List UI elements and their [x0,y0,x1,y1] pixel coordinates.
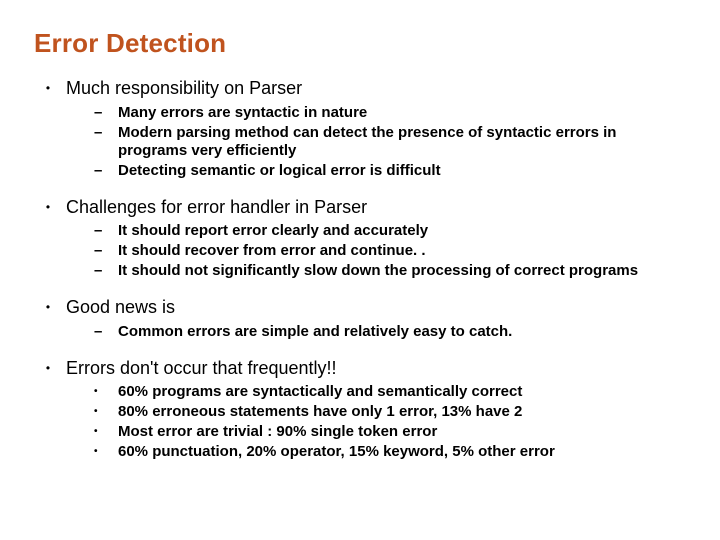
list-item: –Modern parsing method can detect the pr… [94,124,686,160]
dash-icon: – [94,104,106,122]
list-item: –It should not significantly slow down t… [94,262,686,280]
bullet-icon: • [94,406,106,418]
bullet-icon: • [94,386,106,398]
item-text: 80% erroneous statements have only 1 err… [118,403,686,421]
section-heading: Challenges for error handler in Parser [66,196,686,219]
list-item: –Detecting semantic or logical error is … [94,162,686,180]
dash-icon: – [94,124,106,142]
item-text: Detecting semantic or logical error is d… [118,162,686,180]
item-text: Modern parsing method can detect the pre… [118,124,686,160]
section-parser-responsibility: • Much responsibility on Parser –Many er… [44,77,686,180]
list-item: • 60% punctuation, 20% operator, 15% keyw… [94,443,686,461]
item-text: 60% programs are syntactically and seman… [118,383,686,401]
bullet-icon: • [44,200,52,215]
item-text: It should recover from error and continu… [118,242,686,260]
section-heading: Much responsibility on Parser [66,77,686,100]
list-item: • 60% programs are syntactically and sema… [94,383,686,401]
section-error-frequency: • Errors don't occur that frequently!! •… [44,357,686,462]
item-text: Most error are trivial : 90% single toke… [118,423,686,441]
sublist: –Many errors are syntactic in nature –Mo… [44,100,686,180]
section-heading: Errors don't occur that frequently!! [66,357,686,380]
dash-icon: – [94,323,106,341]
dash-icon: – [94,262,106,280]
list-item: –It should report error clearly and accu… [94,222,686,240]
item-text: Many errors are syntactic in nature [118,104,686,122]
item-text: It should report error clearly and accur… [118,222,686,240]
section-heading: Good news is [66,296,686,319]
list-item: –Many errors are syntactic in nature [94,104,686,122]
list-item: • Most error are trivial : 90% single tok… [94,423,686,441]
item-text: It should not significantly slow down th… [118,262,686,280]
item-text: 60% punctuation, 20% operator, 15% keywo… [118,443,686,461]
bullet-icon: • [44,300,52,315]
section-good-news: • Good news is –Common errors are simple… [44,296,686,341]
dash-icon: – [94,162,106,180]
bullet-list-level1: • Much responsibility on Parser –Many er… [34,77,686,461]
bullet-icon: • [44,361,52,376]
sublist: • 60% programs are syntactically and sema… [44,379,686,461]
bullet-icon: • [94,446,106,458]
dash-icon: – [94,242,106,260]
bullet-icon: • [94,426,106,438]
item-text: Common errors are simple and relatively … [118,323,686,341]
slide: Error Detection • Much responsibility on… [0,0,720,540]
sublist: –It should report error clearly and accu… [44,218,686,280]
list-item: –Common errors are simple and relatively… [94,323,686,341]
list-item: • 80% erroneous statements have only 1 er… [94,403,686,421]
list-item: –It should recover from error and contin… [94,242,686,260]
section-challenges: • Challenges for error handler in Parser… [44,196,686,281]
dash-icon: – [94,222,106,240]
page-title: Error Detection [34,28,686,59]
bullet-icon: • [44,81,52,96]
sublist: –Common errors are simple and relatively… [44,319,686,341]
